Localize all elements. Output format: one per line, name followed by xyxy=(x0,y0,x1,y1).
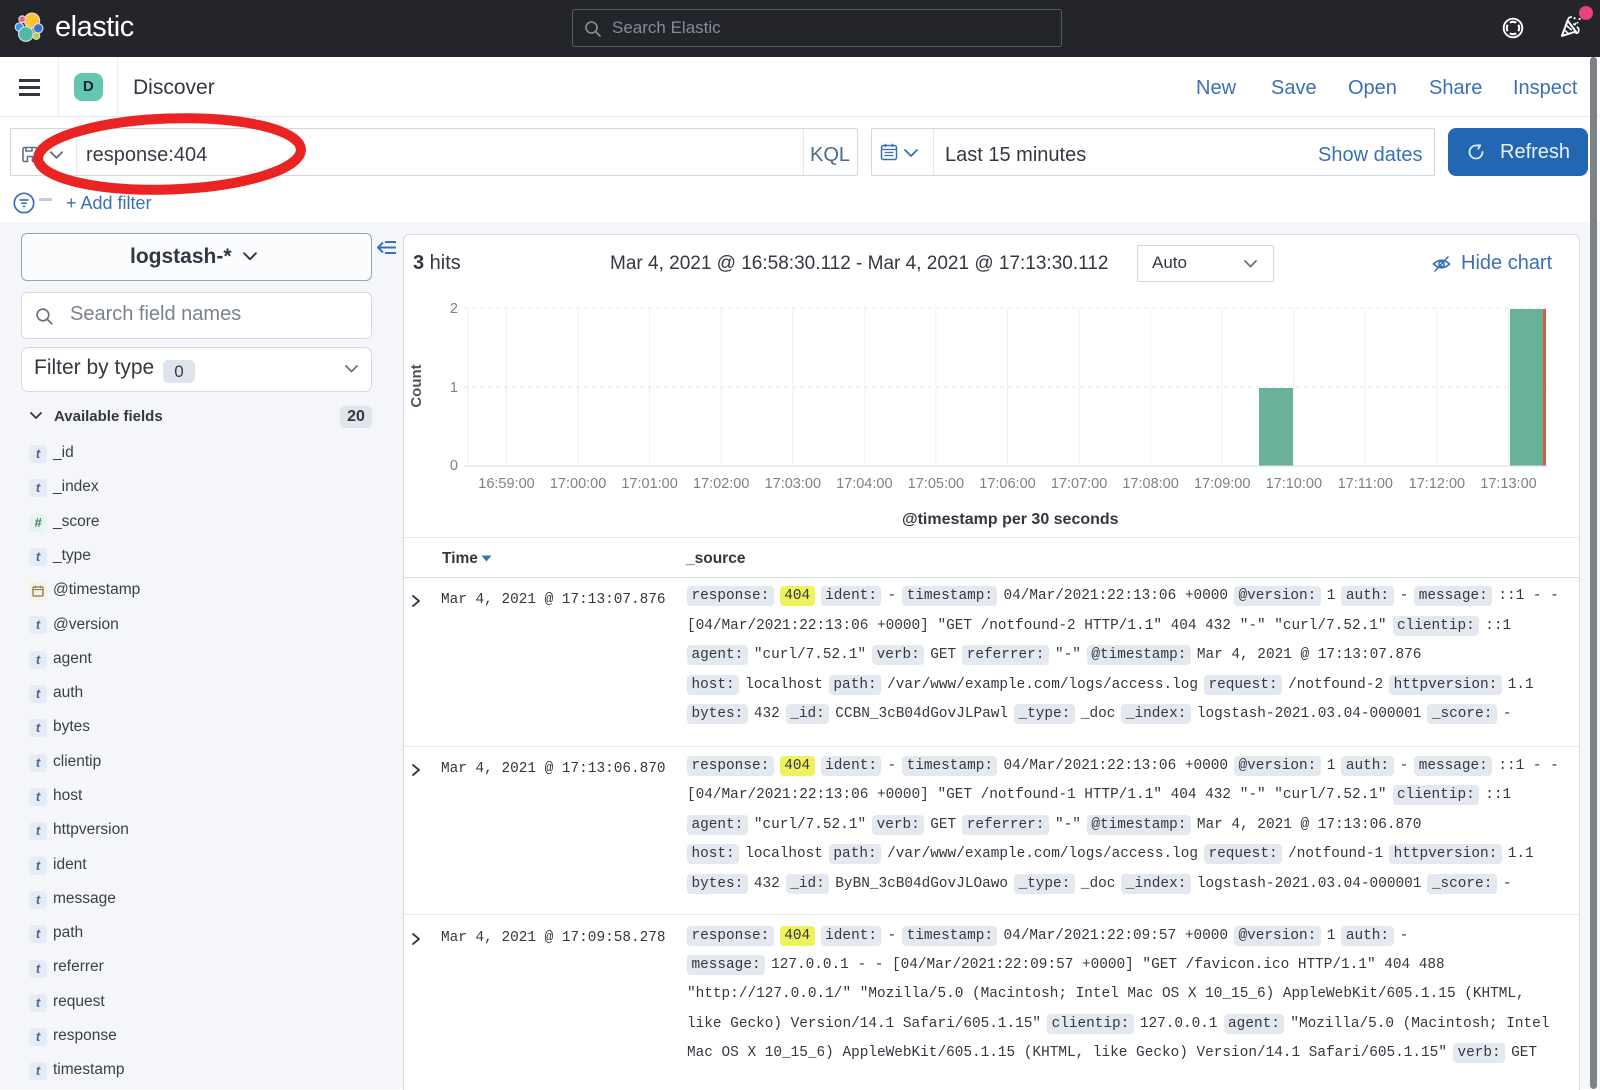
svg-text:17:06:00: 17:06:00 xyxy=(979,476,1035,492)
svg-text:17:10:00: 17:10:00 xyxy=(1266,476,1322,492)
svg-text:Count: Count xyxy=(408,364,425,407)
svg-text:17:12:00: 17:12:00 xyxy=(1409,476,1465,492)
svg-text:16:59:00: 16:59:00 xyxy=(478,476,534,492)
svg-text:17:03:00: 17:03:00 xyxy=(765,476,821,492)
svg-text:17:13:00: 17:13:00 xyxy=(1480,476,1536,492)
svg-text:17:05:00: 17:05:00 xyxy=(908,476,964,492)
svg-text:17:04:00: 17:04:00 xyxy=(836,476,892,492)
svg-text:17:08:00: 17:08:00 xyxy=(1122,476,1178,492)
svg-text:2: 2 xyxy=(450,301,458,317)
svg-text:17:02:00: 17:02:00 xyxy=(693,476,749,492)
svg-text:17:07:00: 17:07:00 xyxy=(1051,476,1107,492)
svg-text:0: 0 xyxy=(450,458,458,474)
svg-text:1: 1 xyxy=(450,380,458,396)
svg-text:17:01:00: 17:01:00 xyxy=(621,476,677,492)
svg-text:17:09:00: 17:09:00 xyxy=(1194,476,1250,492)
svg-text:17:11:00: 17:11:00 xyxy=(1338,476,1393,492)
svg-text:17:00:00: 17:00:00 xyxy=(550,476,606,492)
